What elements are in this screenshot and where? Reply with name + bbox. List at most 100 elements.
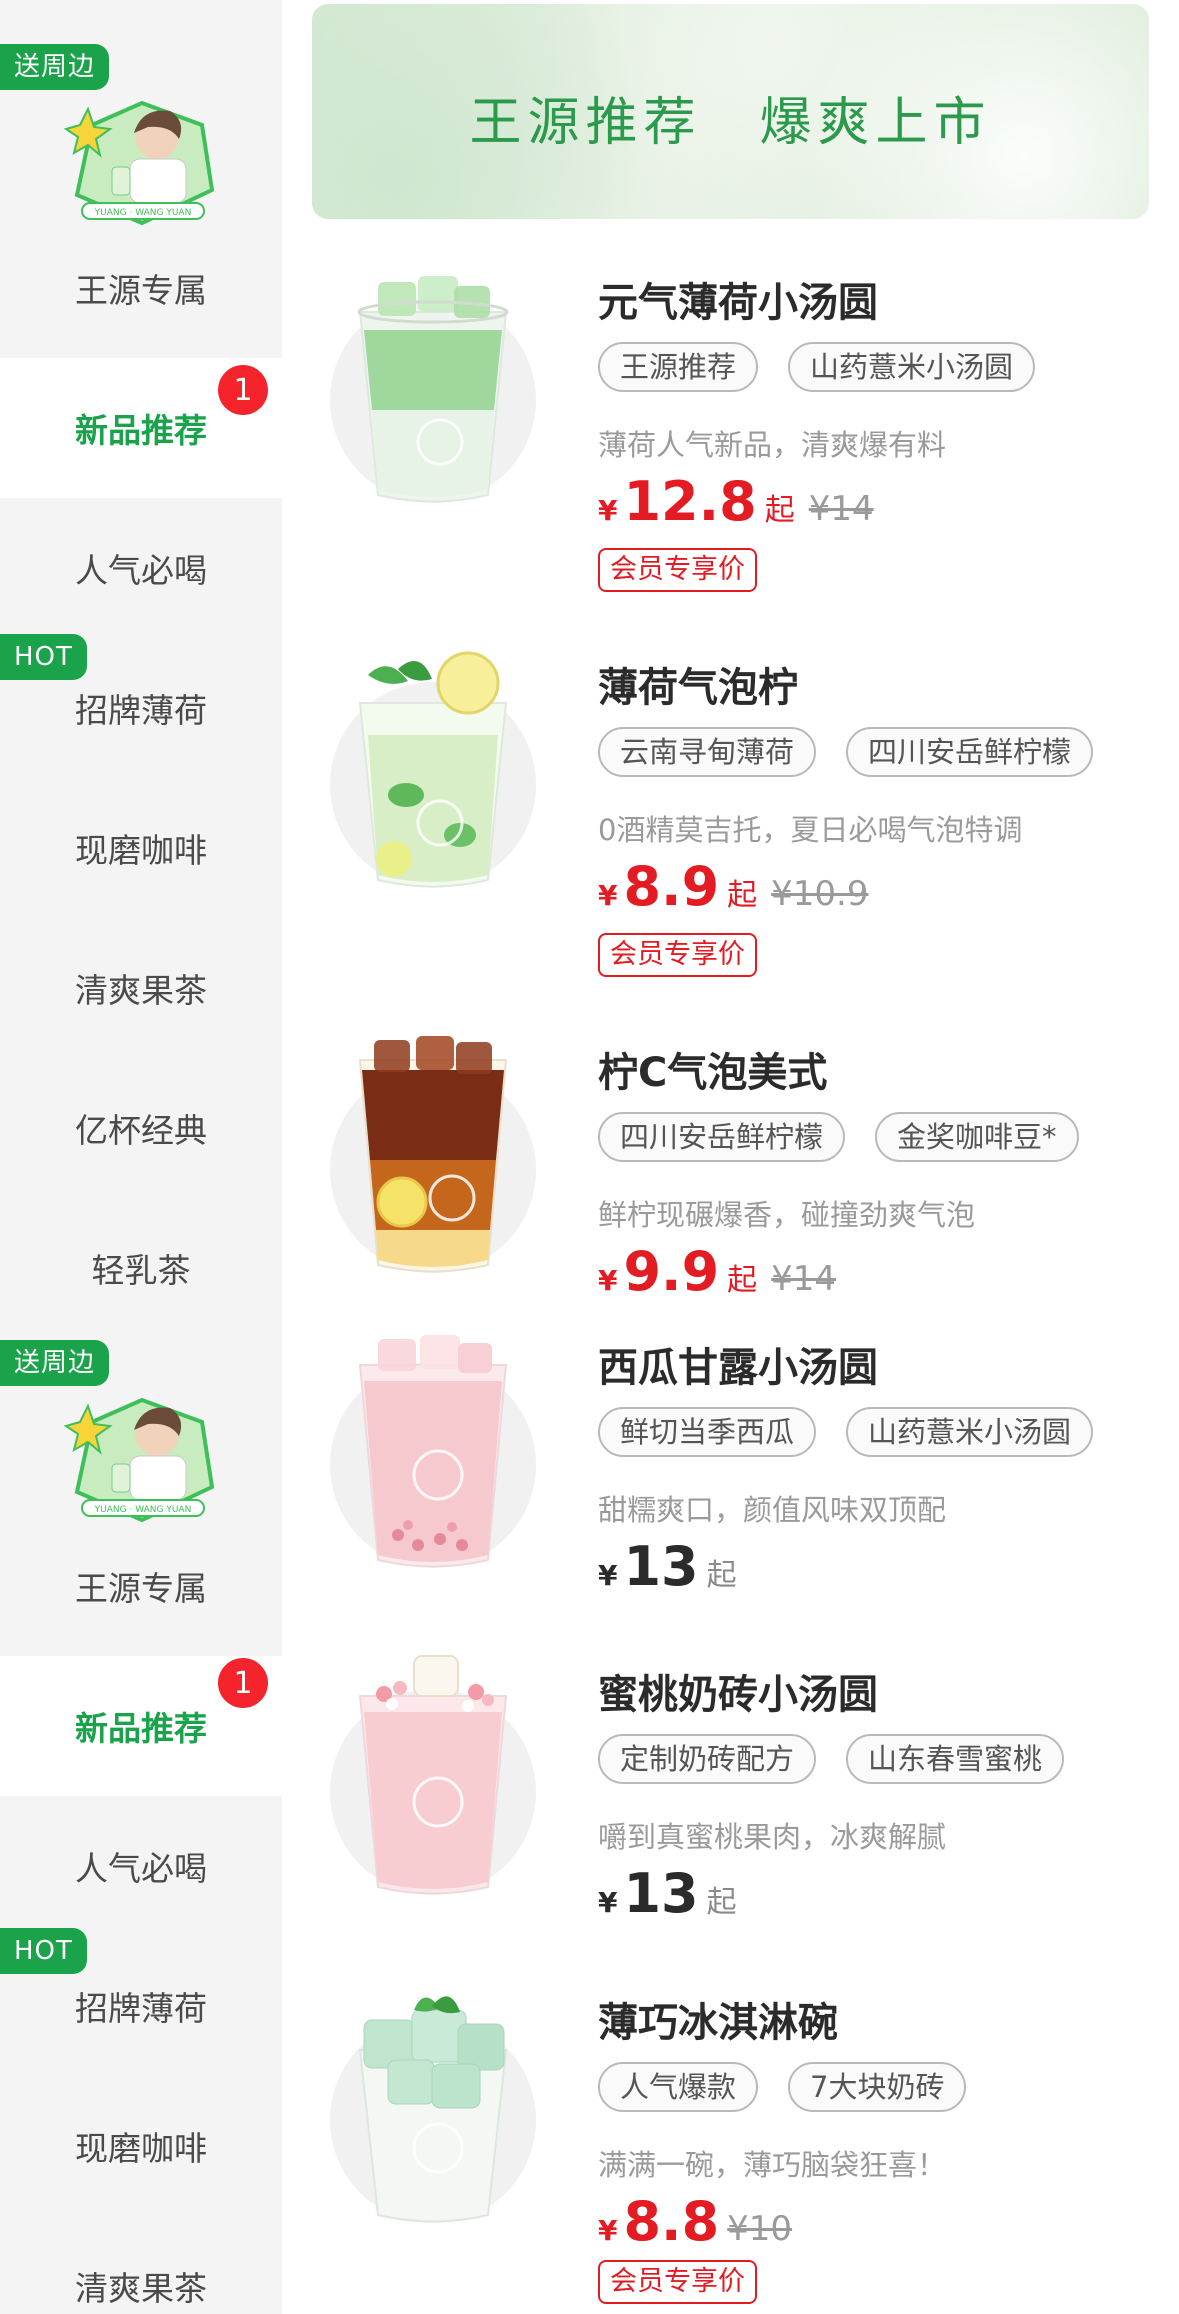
product-card[interactable]: 薄荷气泡柠 云南寻甸薄荷 四川安岳鲜柠檬 0酒精莫吉托，夏日必喝气泡特调 ¥ 8… xyxy=(312,645,1179,1025)
product-tag: 云南寻甸薄荷 xyxy=(598,727,817,777)
sidebar-item-light-milk-tea[interactable]: 轻乳茶 xyxy=(0,1198,282,1338)
price-row: ¥ 12.8 起 ¥14 xyxy=(598,470,874,533)
star-character-icon: YUANG · WANG YUAN xyxy=(63,100,215,226)
product-name: 薄巧冰淇淋碗 xyxy=(598,2000,838,2046)
category-sidebar: 王源专属 送周边 YUANG · WANG YUAN 新品推荐 1 人气必喝 招… xyxy=(0,0,282,2314)
product-tag: 山药薏米小汤圆 xyxy=(846,1407,1094,1457)
sidebar-item-label: 现磨咖啡 xyxy=(75,2129,207,2168)
sidebar-item-label: 招牌薄荷 xyxy=(75,1989,207,2028)
product-name: 西瓜甘露小汤圆 xyxy=(598,1345,878,1391)
product-tag: 鲜切当季西瓜 xyxy=(598,1407,817,1457)
hot-tag: HOT xyxy=(0,634,87,680)
gift-tag: 送周边 xyxy=(0,1340,110,1386)
sidebar-item-label: 清爽果茶 xyxy=(75,971,207,1010)
hot-tag: HOT xyxy=(0,1928,87,1974)
banner-title: 王源推荐 爆爽上市 xyxy=(469,93,992,153)
product-description: 满满一碗，薄巧脑袋狂喜！ xyxy=(598,2148,947,2182)
product-description: 鲜柠现碾爆香，碰撞劲爽气泡 xyxy=(598,1198,976,1232)
member-price-tag: 会员专享价 xyxy=(598,2260,757,2304)
product-name: 薄荷气泡柠 xyxy=(598,665,798,711)
original-price: ¥10.9 xyxy=(771,874,869,914)
price: 8.8 xyxy=(623,2190,720,2253)
new-count-badge: 1 xyxy=(218,365,268,415)
sidebar-item-label: 新品推荐 xyxy=(75,1709,207,1748)
sidebar-item-classic[interactable]: 亿杯经典 xyxy=(0,1058,282,1198)
product-description: 0酒精莫吉托，夏日必喝气泡特调 xyxy=(598,813,1023,847)
product-description: 甜糯爽口，颜值风味双顶配 xyxy=(598,1493,947,1527)
original-price: ¥14 xyxy=(771,1259,837,1299)
product-name: 元气薄荷小汤圆 xyxy=(598,280,878,326)
product-tag: 山东春雪蜜桃 xyxy=(846,1734,1065,1784)
sidebar-item-label: 清爽果茶 xyxy=(75,2269,207,2308)
price-from-label: 起 xyxy=(706,1885,737,1920)
product-description: 嚼到真蜜桃果肉，冰爽解腻 xyxy=(598,1820,947,1854)
member-price-tag: 会员专享价 xyxy=(598,933,757,977)
mint-latte-drink-icon xyxy=(330,276,536,503)
product-tag: 山药薏米小汤圆 xyxy=(788,342,1036,392)
currency-symbol: ¥ xyxy=(598,494,618,527)
price-row: ¥ 9.9 起 ¥14 xyxy=(598,1240,836,1303)
product-tags: 四川安岳鲜柠檬 金奖咖啡豆* xyxy=(598,1112,1079,1162)
price-from-label: 起 xyxy=(706,1558,737,1593)
member-price-tag: 会员专享价 xyxy=(598,548,757,592)
svg-text:YUANG · WANG YUAN: YUANG · WANG YUAN xyxy=(94,1505,192,1515)
sidebar-item-label: 招牌薄荷 xyxy=(75,691,207,730)
price-from-label: 起 xyxy=(727,1263,758,1298)
product-tag: 7大块奶砖 xyxy=(788,2062,967,2112)
product-name: 蜜桃奶砖小汤圆 xyxy=(598,1672,878,1718)
product-card[interactable]: 薄巧冰淇淋碗 人气爆款 7大块奶砖 满满一碗，薄巧脑袋狂喜！ ¥ 8.8 ¥10… xyxy=(312,1980,1179,2314)
product-tags: 人气爆款 7大块奶砖 xyxy=(598,2062,967,2112)
svg-text:YUANG · WANG YUAN: YUANG · WANG YUAN xyxy=(94,208,192,218)
product-tags: 云南寻甸薄荷 四川安岳鲜柠檬 xyxy=(598,727,1094,777)
price-row: ¥ 8.9 起 ¥10.9 xyxy=(598,855,869,918)
price: 13 xyxy=(623,1862,699,1925)
mint-ice-cream-bowl-icon xyxy=(330,1996,536,2223)
product-tag: 人气爆款 xyxy=(598,2062,759,2112)
sidebar-item-fruit-tea[interactable]: 清爽果茶 xyxy=(0,2216,282,2314)
lemon-americano-drink-icon xyxy=(330,1036,536,1273)
price-from-label: 起 xyxy=(764,493,795,528)
new-count-badge: 1 xyxy=(218,1658,268,1708)
sidebar-item-label: 新品推荐 xyxy=(75,411,207,450)
currency-symbol: ¥ xyxy=(598,1264,618,1297)
product-tag: 王源推荐 xyxy=(598,342,759,392)
price: 13 xyxy=(623,1535,699,1598)
original-price: ¥14 xyxy=(808,489,874,529)
currency-symbol: ¥ xyxy=(598,879,618,912)
product-tags: 定制奶砖配方 山东春雪蜜桃 xyxy=(598,1734,1065,1784)
product-card[interactable]: 蜜桃奶砖小汤圆 定制奶砖配方 山东春雪蜜桃 嚼到真蜜桃果肉，冰爽解腻 ¥ 13 … xyxy=(312,1652,1179,1972)
currency-symbol: ¥ xyxy=(598,2214,618,2247)
sidebar-item-popular[interactable]: 人气必喝 xyxy=(0,1796,282,1936)
product-card[interactable]: 西瓜甘露小汤圆 鲜切当季西瓜 山药薏米小汤圆 甜糯爽口，颜值风味双顶配 ¥ 13… xyxy=(312,1325,1179,1645)
peach-drink-icon xyxy=(330,1655,536,1895)
sidebar-item-label: 王源专属 xyxy=(75,1569,207,1608)
product-tag: 金奖咖啡豆* xyxy=(875,1112,1079,1162)
sidebar-item-coffee[interactable]: 现磨咖啡 xyxy=(0,2076,282,2216)
mojito-drink-icon xyxy=(330,651,536,888)
sidebar-item-label: 现磨咖啡 xyxy=(75,831,207,870)
price: 8.9 xyxy=(623,855,720,918)
original-price: ¥10 xyxy=(727,2209,793,2249)
sidebar-item-label: 王源专属 xyxy=(75,271,207,310)
product-tag: 定制奶砖配方 xyxy=(598,1734,817,1784)
gift-tag: 送周边 xyxy=(0,44,110,90)
price: 12.8 xyxy=(623,470,757,533)
sidebar-item-label: 人气必喝 xyxy=(75,1849,207,1888)
sidebar-item-label: 轻乳茶 xyxy=(91,1251,191,1290)
product-tag: 四川安岳鲜柠檬 xyxy=(846,727,1094,777)
price-from-label: 起 xyxy=(727,878,758,913)
sidebar-item-popular[interactable]: 人气必喝 xyxy=(0,498,282,638)
star-character-icon: YUANG · WANG YUAN xyxy=(63,1397,215,1523)
product-name: 柠C气泡美式 xyxy=(598,1050,828,1096)
watermelon-drink-icon xyxy=(330,1335,536,1568)
price-row: ¥ 8.8 ¥10 xyxy=(598,2190,792,2253)
product-card[interactable]: 柠C气泡美式 四川安岳鲜柠檬 金奖咖啡豆* 鲜柠现碾爆香，碰撞劲爽气泡 ¥ 9.… xyxy=(312,1030,1179,1320)
sidebar-item-coffee[interactable]: 现磨咖啡 xyxy=(0,778,282,918)
sidebar-item-fruit-tea[interactable]: 清爽果茶 xyxy=(0,918,282,1058)
promo-banner[interactable]: 王源推荐 爆爽上市 xyxy=(312,4,1149,219)
currency-symbol: ¥ xyxy=(598,1886,618,1919)
product-tags: 鲜切当季西瓜 山药薏米小汤圆 xyxy=(598,1407,1094,1457)
currency-symbol: ¥ xyxy=(598,1559,618,1592)
product-card[interactable]: 元气薄荷小汤圆 王源推荐 山药薏米小汤圆 薄荷人气新品，清爽爆有料 ¥ 12.8… xyxy=(312,260,1179,640)
price-row: ¥ 13 起 xyxy=(598,1862,751,1925)
